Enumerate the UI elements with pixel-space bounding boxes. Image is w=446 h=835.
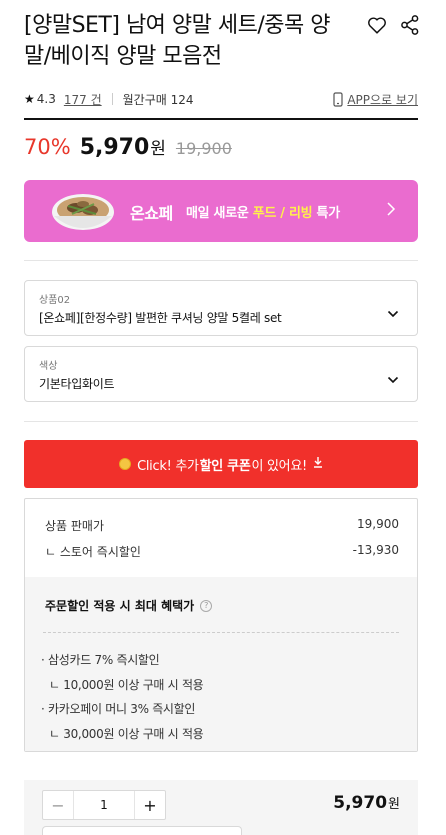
benefit-title: 주문할인 적용 시 최대 혜택가 ? [45, 597, 213, 614]
quantity-stepper: − 1 + [42, 790, 166, 820]
price-row: 70% 5,970 원 19,900 [24, 134, 232, 160]
sale-price-label: 상품 판매가 [45, 519, 105, 533]
chevron-right-icon [386, 201, 396, 221]
chevron-down-icon [387, 369, 399, 388]
section-divider [24, 421, 418, 422]
app-view-link[interactable]: APP으로 보기 [333, 91, 418, 108]
discount-rate: 70% [24, 135, 71, 159]
product-meta-row: ★ 4.3 177 건 월간구매 124 APP으로 보기 [24, 90, 418, 108]
coupon-download-button[interactable]: Click! 추가 할인 쿠폰 이 있어요! [24, 440, 418, 488]
coupon-text-post: 이 있어요! [251, 458, 308, 474]
quantity-decrease-button[interactable]: − [43, 791, 73, 819]
mobile-phone-icon [333, 91, 343, 107]
dashed-divider [43, 632, 399, 633]
monthly-purchase-count: 월간구매 124 [122, 92, 194, 107]
sale-price: 5,970 [79, 135, 150, 160]
benefit-card-condition: ㄴ 10,000원 이상 구매 시 적용 [49, 678, 204, 692]
promo-banner[interactable]: 온쇼페 매일 새로운 푸드 / 리빙 특가 [24, 180, 418, 242]
heart-icon[interactable] [366, 14, 388, 36]
benefit-title-text: 주문할인 적용 시 최대 혜택가 [45, 599, 195, 613]
banner-text-post: 특가 [312, 206, 341, 221]
coin-icon [119, 458, 132, 470]
store-discount-value: -13,930 [352, 543, 399, 557]
star-icon: ★ [24, 92, 35, 106]
chevron-down-icon [387, 303, 399, 322]
benefit-pay-name: · 카카오페이 머니 3% 즉시할인 [41, 702, 196, 716]
store-discount-row: ㄴ 스토어 즉시할인 -13,930 [45, 543, 399, 560]
original-price: 19,900 [175, 139, 232, 158]
benefit-card-name: · 삼성카드 7% 즉시할인 [41, 653, 160, 667]
soup-bowl-image [52, 194, 114, 230]
store-discount-label: ㄴ 스토어 즉시할인 [45, 545, 141, 559]
sale-price-value: 19,900 [357, 517, 399, 531]
sale-price-row: 상품 판매가 19,900 [45, 517, 399, 534]
total-price-currency: 원 [388, 797, 400, 812]
coupon-text-bold: 할인 쿠폰 [199, 458, 251, 474]
download-icon [313, 456, 323, 472]
bottom-partial-box [42, 826, 242, 835]
help-icon[interactable]: ? [200, 599, 213, 612]
sale-price-currency: 원 [150, 139, 166, 159]
product-title: [양말SET] 남여 양말 세트/중목 양말/베이직 양말 모음전 [24, 13, 331, 69]
quantity-input[interactable]: 1 [73, 791, 135, 819]
rating-value: 4.3 [36, 92, 56, 106]
header-divider [24, 118, 418, 120]
title-row: [양말SET] 남여 양말 세트/중목 양말/베이직 양말 모음전 [24, 10, 422, 72]
banner-text-pre: 매일 새로운 [186, 206, 253, 221]
option-value: [온쇼페][한정수량] 발편한 쿠셔닝 양말 5켤레 set [39, 311, 282, 325]
total-price: 5,970 원 [333, 793, 400, 813]
quantity-increase-button[interactable]: + [135, 791, 165, 819]
total-price-value: 5,970 [333, 793, 388, 813]
meta-divider [111, 93, 113, 105]
option-label: 색상 [39, 361, 58, 372]
share-icon[interactable] [400, 14, 422, 36]
coupon-text-pre: Click! 추가 [137, 458, 199, 474]
app-view-label: APP으로 보기 [347, 92, 418, 107]
review-count-link[interactable]: 177 건 [64, 91, 102, 108]
option-label: 상품02 [39, 295, 71, 306]
title-actions [366, 14, 422, 36]
option-value: 기본타입화이트 [39, 377, 115, 391]
banner-text: 매일 새로운 푸드 / 리빙 특가 [186, 202, 340, 221]
banner-brand: 온쇼페 [130, 204, 173, 223]
price-detail-panel: 상품 판매가 19,900 ㄴ 스토어 즉시할인 -13,930 주문할인 적용… [24, 498, 418, 752]
section-divider [24, 260, 418, 261]
option-select-color[interactable]: 색상 기본타입화이트 [24, 346, 418, 402]
benefit-pay-condition: ㄴ 30,000원 이상 구매 시 적용 [49, 727, 204, 741]
option-select-product[interactable]: 상품02 [온쇼페][한정수량] 발편한 쿠셔닝 양말 5켤레 set [24, 280, 418, 336]
banner-text-highlight: 푸드 / 리빙 [252, 206, 313, 221]
